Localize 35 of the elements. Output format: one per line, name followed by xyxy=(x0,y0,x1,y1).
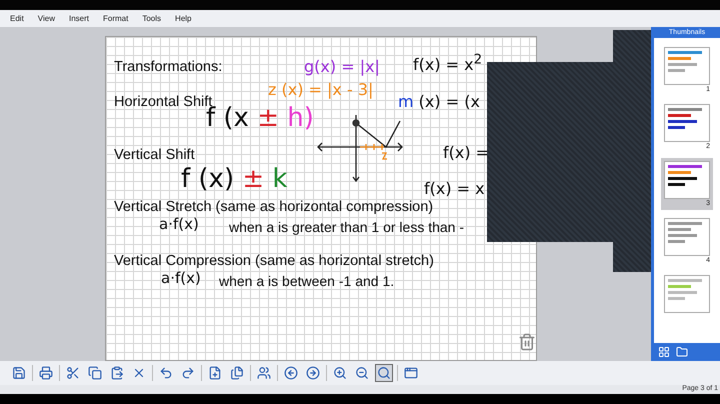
note-text: when a is greater than 1 or less than - xyxy=(229,219,464,235)
page-thumbnail[interactable] xyxy=(661,272,713,316)
copy-button[interactable] xyxy=(86,364,104,382)
menu-item[interactable]: Edit xyxy=(10,14,24,23)
formula-text: a·f(x) xyxy=(161,269,201,287)
menu-item[interactable]: Help xyxy=(175,14,192,23)
formula-text: a·f(x) xyxy=(159,215,199,233)
forward-button[interactable] xyxy=(304,364,322,382)
formula-text: f(x) = x xyxy=(424,179,485,198)
heading-text: Vertical Shift xyxy=(114,147,195,163)
zoom-out-button[interactable] xyxy=(353,364,371,382)
print-button[interactable] xyxy=(37,364,55,382)
menu-item[interactable]: View xyxy=(38,14,55,23)
formula-text: f(x) = x$^{2}$ xyxy=(413,53,482,74)
thumbnails-icon[interactable] xyxy=(658,346,670,358)
formula-text: g(x) = |x| xyxy=(304,57,380,76)
menu-item[interactable]: Format xyxy=(103,14,128,23)
folder-icon[interactable] xyxy=(676,346,688,358)
note-text: when a is between -1 and 1. xyxy=(219,273,394,289)
heading-text: Vertical Stretch (same as horizontal compression) xyxy=(114,199,434,215)
trash-icon[interactable] xyxy=(518,333,536,351)
formula-text: z (x) = |x - 3| xyxy=(268,80,374,99)
heading-text: Transformations: xyxy=(114,59,222,75)
formula-text: f (x) ± k xyxy=(181,164,288,194)
formula-text: m (x) = (x xyxy=(398,92,480,111)
menu-item[interactable]: Insert xyxy=(69,14,90,23)
zoom-button[interactable] xyxy=(375,364,393,382)
menu-item[interactable]: Tools xyxy=(142,14,162,23)
back-button[interactable] xyxy=(282,364,300,382)
save-button[interactable] xyxy=(10,364,28,382)
heading-text: Vertical Compression (same as horizontal stretch) xyxy=(114,253,434,269)
clone-page-button[interactable] xyxy=(228,364,246,382)
formula-text: f(x) = xyxy=(443,143,490,162)
users-button[interactable] xyxy=(255,364,273,382)
zoom-in-button[interactable] xyxy=(331,364,349,382)
